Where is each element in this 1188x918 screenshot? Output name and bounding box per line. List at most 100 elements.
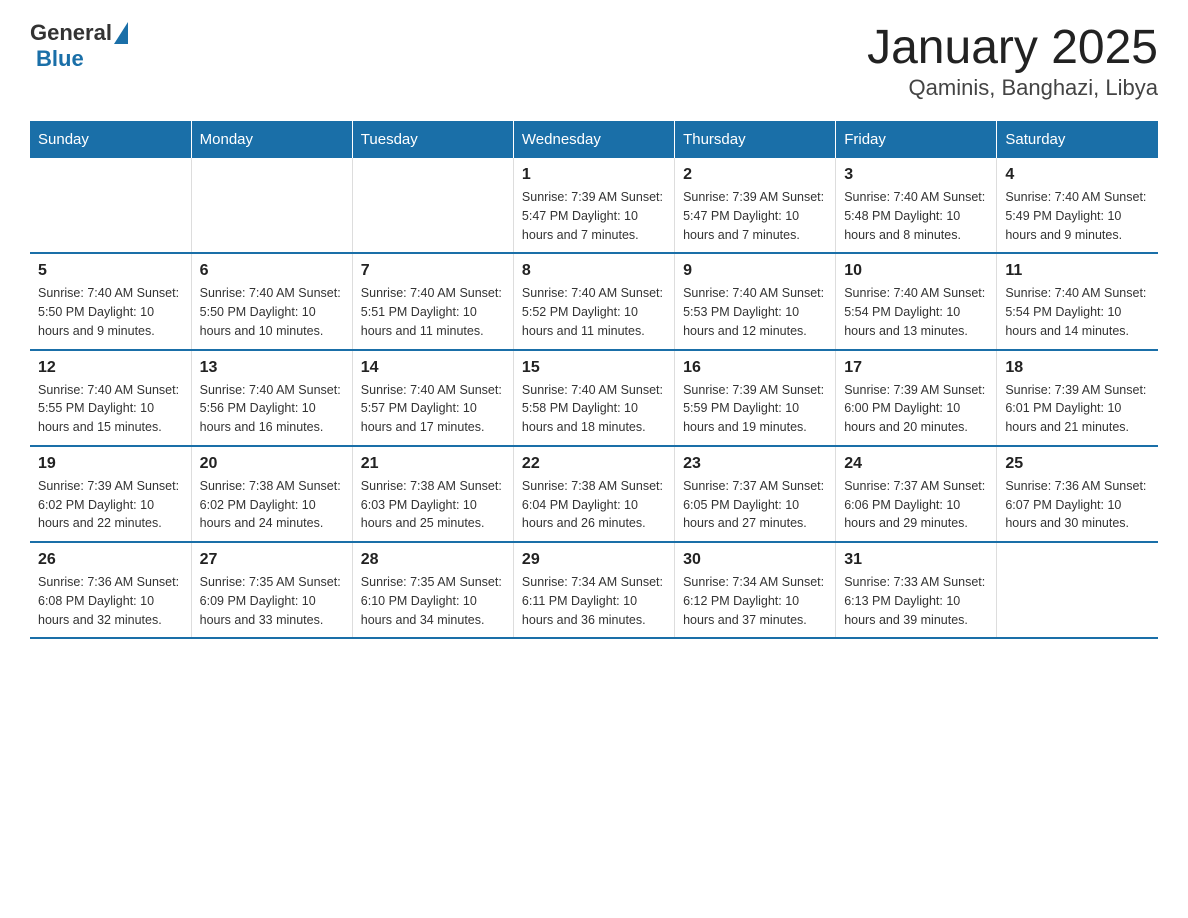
- day-number: 29: [522, 551, 666, 569]
- day-cell: 2Sunrise: 7:39 AM Sunset: 5:47 PM Daylig…: [675, 158, 836, 253]
- day-number: 4: [1005, 166, 1150, 184]
- day-cell: 18 Sunrise: 7:39 AM Sunset: 6:01 PM Dayli…: [997, 350, 1158, 446]
- day-number: 31: [844, 551, 988, 569]
- day-cell: 21 Sunrise: 7:38 AM Sunset: 6:03 PM Dayli…: [352, 446, 513, 542]
- day-info: Sunrise: 7:35 AM Sunset: 6:09 PM Dayligh…: [200, 573, 344, 629]
- day-header-sunday: Sunday: [30, 121, 191, 158]
- day-cell: 16 Sunrise: 7:39 AM Sunset: 5:59 PM Dayli…: [675, 350, 836, 446]
- logo: General Blue: [30, 20, 128, 72]
- day-info: Sunrise: 7:40 AM Sunset: 5:56 PM Dayligh…: [200, 381, 344, 437]
- header-row: SundayMondayTuesdayWednesdayThursdayFrid…: [30, 121, 1158, 158]
- day-number: 24: [844, 455, 988, 473]
- day-header-tuesday: Tuesday: [352, 121, 513, 158]
- day-number: 16: [683, 359, 827, 377]
- day-cell: 23Sunrise: 7:37 AM Sunset: 6:05 PM Dayli…: [675, 446, 836, 542]
- day-header-wednesday: Wednesday: [513, 121, 674, 158]
- day-cell: 11 Sunrise: 7:40 AM Sunset: 5:54 PM Dayli…: [997, 253, 1158, 349]
- day-info: Sunrise: 7:39 AM Sunset: 5:59 PM Dayligh…: [683, 381, 827, 437]
- day-number: 26: [38, 551, 183, 569]
- day-cell: 20Sunrise: 7:38 AM Sunset: 6:02 PM Dayli…: [191, 446, 352, 542]
- logo-general-text: General: [30, 20, 112, 46]
- day-info: Sunrise: 7:40 AM Sunset: 5:57 PM Dayligh…: [361, 381, 505, 437]
- week-row-3: 12Sunrise: 7:40 AM Sunset: 5:55 PM Dayli…: [30, 350, 1158, 446]
- header: General Blue January 2025 Qaminis, Bangh…: [30, 20, 1158, 101]
- day-cell: 6Sunrise: 7:40 AM Sunset: 5:50 PM Daylig…: [191, 253, 352, 349]
- day-info: Sunrise: 7:40 AM Sunset: 5:52 PM Dayligh…: [522, 284, 666, 340]
- week-row-1: 1 Sunrise: 7:39 AM Sunset: 5:47 PM Daylig…: [30, 158, 1158, 253]
- day-number: 25: [1005, 455, 1150, 473]
- day-number: 10: [844, 262, 988, 280]
- day-cell: 19Sunrise: 7:39 AM Sunset: 6:02 PM Dayli…: [30, 446, 191, 542]
- day-info: Sunrise: 7:38 AM Sunset: 6:04 PM Dayligh…: [522, 477, 666, 533]
- day-cell: 3Sunrise: 7:40 AM Sunset: 5:48 PM Daylig…: [836, 158, 997, 253]
- logo-blue-text: Blue: [36, 46, 84, 72]
- day-info: Sunrise: 7:40 AM Sunset: 5:51 PM Dayligh…: [361, 284, 505, 340]
- day-info: Sunrise: 7:40 AM Sunset: 5:53 PM Dayligh…: [683, 284, 827, 340]
- day-cell: 9Sunrise: 7:40 AM Sunset: 5:53 PM Daylig…: [675, 253, 836, 349]
- title-block: January 2025 Qaminis, Banghazi, Libya: [867, 20, 1158, 101]
- day-cell: 12Sunrise: 7:40 AM Sunset: 5:55 PM Dayli…: [30, 350, 191, 446]
- day-number: 18: [1005, 359, 1150, 377]
- day-cell: 30 Sunrise: 7:34 AM Sunset: 6:12 PM Dayli…: [675, 542, 836, 638]
- day-info: Sunrise: 7:40 AM Sunset: 5:54 PM Dayligh…: [1005, 284, 1150, 340]
- day-info: Sunrise: 7:40 AM Sunset: 5:55 PM Dayligh…: [38, 381, 183, 437]
- day-cell: [30, 158, 191, 253]
- day-info: Sunrise: 7:37 AM Sunset: 6:06 PM Dayligh…: [844, 477, 988, 533]
- day-cell: 26 Sunrise: 7:36 AM Sunset: 6:08 PM Dayli…: [30, 542, 191, 638]
- day-number: 11: [1005, 262, 1150, 280]
- day-header-monday: Monday: [191, 121, 352, 158]
- day-number: 21: [361, 455, 505, 473]
- day-cell: [997, 542, 1158, 638]
- day-info: Sunrise: 7:39 AM Sunset: 5:47 PM Dayligh…: [522, 188, 666, 244]
- day-info: Sunrise: 7:34 AM Sunset: 6:11 PM Dayligh…: [522, 573, 666, 629]
- day-info: Sunrise: 7:39 AM Sunset: 6:01 PM Dayligh…: [1005, 381, 1150, 437]
- day-info: Sunrise: 7:39 AM Sunset: 5:47 PM Dayligh…: [683, 188, 827, 244]
- day-cell: 1 Sunrise: 7:39 AM Sunset: 5:47 PM Daylig…: [513, 158, 674, 253]
- day-info: Sunrise: 7:38 AM Sunset: 6:02 PM Dayligh…: [200, 477, 344, 533]
- day-cell: 22 Sunrise: 7:38 AM Sunset: 6:04 PM Dayli…: [513, 446, 674, 542]
- day-info: Sunrise: 7:40 AM Sunset: 5:54 PM Dayligh…: [844, 284, 988, 340]
- day-info: Sunrise: 7:39 AM Sunset: 6:02 PM Dayligh…: [38, 477, 183, 533]
- day-info: Sunrise: 7:40 AM Sunset: 5:48 PM Dayligh…: [844, 188, 988, 244]
- day-info: Sunrise: 7:40 AM Sunset: 5:50 PM Dayligh…: [200, 284, 344, 340]
- day-cell: 8 Sunrise: 7:40 AM Sunset: 5:52 PM Daylig…: [513, 253, 674, 349]
- day-info: Sunrise: 7:33 AM Sunset: 6:13 PM Dayligh…: [844, 573, 988, 629]
- day-info: Sunrise: 7:36 AM Sunset: 6:07 PM Dayligh…: [1005, 477, 1150, 533]
- day-number: 1: [522, 166, 666, 184]
- day-info: Sunrise: 7:40 AM Sunset: 5:50 PM Dayligh…: [38, 284, 183, 340]
- day-cell: 29 Sunrise: 7:34 AM Sunset: 6:11 PM Dayli…: [513, 542, 674, 638]
- day-cell: 25 Sunrise: 7:36 AM Sunset: 6:07 PM Dayli…: [997, 446, 1158, 542]
- day-cell: 31 Sunrise: 7:33 AM Sunset: 6:13 PM Dayli…: [836, 542, 997, 638]
- logo-triangle-icon: [114, 22, 128, 44]
- week-row-2: 5 Sunrise: 7:40 AM Sunset: 5:50 PM Daylig…: [30, 253, 1158, 349]
- day-cell: [352, 158, 513, 253]
- day-number: 5: [38, 262, 183, 280]
- day-number: 27: [200, 551, 344, 569]
- week-row-4: 19Sunrise: 7:39 AM Sunset: 6:02 PM Dayli…: [30, 446, 1158, 542]
- day-cell: 24 Sunrise: 7:37 AM Sunset: 6:06 PM Dayli…: [836, 446, 997, 542]
- week-row-5: 26 Sunrise: 7:36 AM Sunset: 6:08 PM Dayli…: [30, 542, 1158, 638]
- day-info: Sunrise: 7:37 AM Sunset: 6:05 PM Dayligh…: [683, 477, 827, 533]
- day-header-saturday: Saturday: [997, 121, 1158, 158]
- day-info: Sunrise: 7:40 AM Sunset: 5:49 PM Dayligh…: [1005, 188, 1150, 244]
- day-info: Sunrise: 7:35 AM Sunset: 6:10 PM Dayligh…: [361, 573, 505, 629]
- day-cell: 14Sunrise: 7:40 AM Sunset: 5:57 PM Dayli…: [352, 350, 513, 446]
- day-number: 8: [522, 262, 666, 280]
- calendar-subtitle: Qaminis, Banghazi, Libya: [867, 75, 1158, 101]
- calendar-title: January 2025: [867, 20, 1158, 75]
- day-number: 7: [361, 262, 505, 280]
- day-info: Sunrise: 7:39 AM Sunset: 6:00 PM Dayligh…: [844, 381, 988, 437]
- day-number: 30: [683, 551, 827, 569]
- calendar-table: SundayMondayTuesdayWednesdayThursdayFrid…: [30, 121, 1158, 639]
- day-cell: 15Sunrise: 7:40 AM Sunset: 5:58 PM Dayli…: [513, 350, 674, 446]
- day-cell: 28 Sunrise: 7:35 AM Sunset: 6:10 PM Dayli…: [352, 542, 513, 638]
- day-number: 13: [200, 359, 344, 377]
- day-cell: 10 Sunrise: 7:40 AM Sunset: 5:54 PM Dayli…: [836, 253, 997, 349]
- day-info: Sunrise: 7:34 AM Sunset: 6:12 PM Dayligh…: [683, 573, 827, 629]
- day-cell: [191, 158, 352, 253]
- day-number: 28: [361, 551, 505, 569]
- day-cell: 4 Sunrise: 7:40 AM Sunset: 5:49 PM Daylig…: [997, 158, 1158, 253]
- day-info: Sunrise: 7:36 AM Sunset: 6:08 PM Dayligh…: [38, 573, 183, 629]
- day-info: Sunrise: 7:38 AM Sunset: 6:03 PM Dayligh…: [361, 477, 505, 533]
- day-number: 22: [522, 455, 666, 473]
